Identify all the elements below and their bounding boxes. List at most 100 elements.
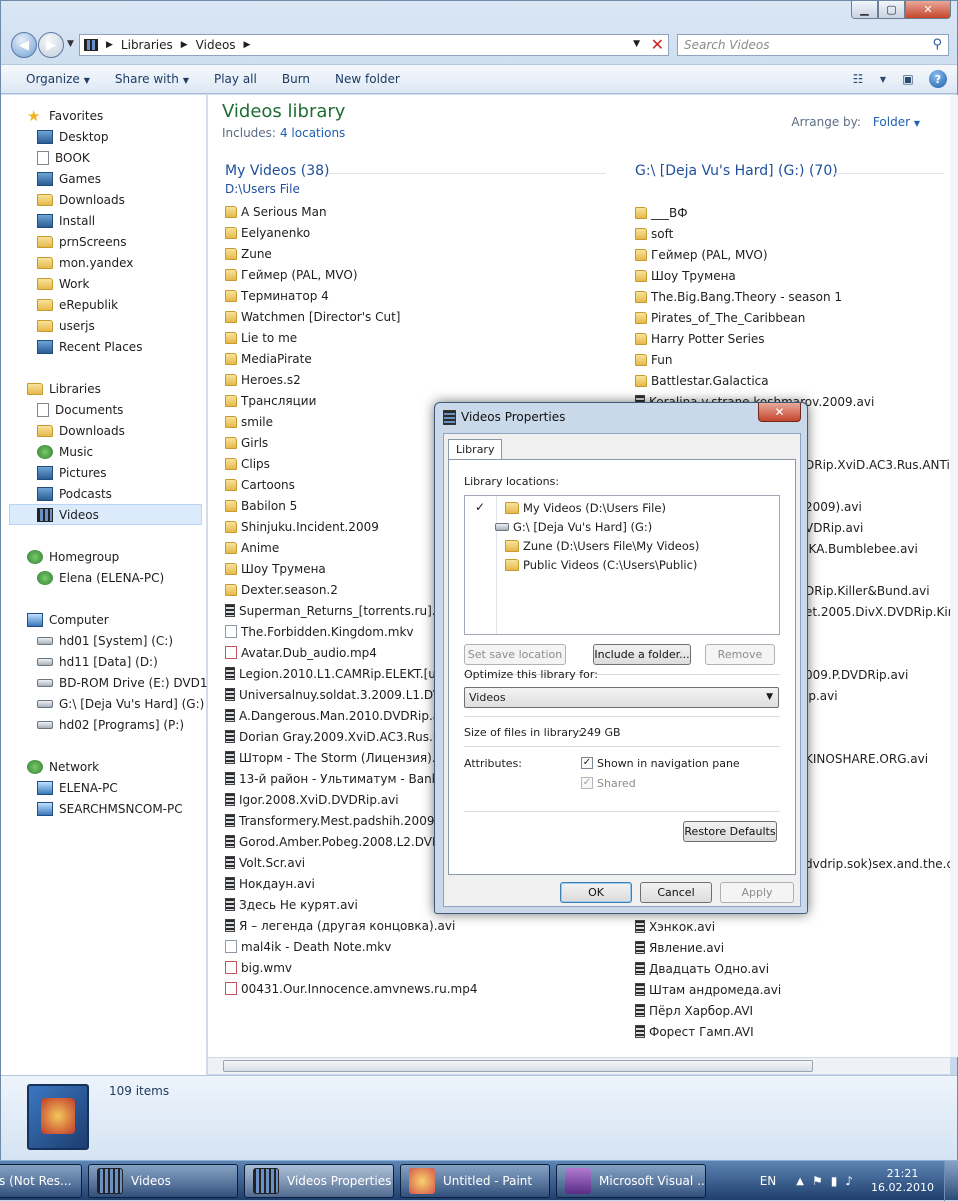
file-item[interactable]: Здесь Не курят.avi	[225, 894, 358, 915]
file-item[interactable]: smile	[225, 411, 273, 432]
file-item-partial[interactable]: 009.P.DVDRip.avi	[805, 664, 908, 685]
scrollbar-thumb[interactable]	[223, 1060, 813, 1072]
clock[interactable]: 21:21 16.02.2010	[871, 1167, 934, 1195]
sidebar-item-prnscreens[interactable]: prnScreens	[37, 231, 126, 252]
file-item[interactable]: Universalnuy.soldat.3.2009.L1.DVDSc	[225, 684, 465, 705]
sidebar-item-recent-places[interactable]: Recent Places	[37, 336, 142, 357]
sidebar-item-games[interactable]: Games	[37, 168, 101, 189]
taskbar-item-visual-studio[interactable]: Microsoft Visual ...	[556, 1164, 706, 1198]
file-item[interactable]: Superman_Returns_[torrents.ru].avi	[225, 600, 453, 621]
sidebar-item-documents[interactable]: Documents	[37, 399, 123, 420]
new-folder-button[interactable]: New folder	[335, 72, 400, 86]
column-header-my-videos[interactable]: My Videos (38)	[225, 163, 330, 179]
sidebar-item-elena-pc[interactable]: ELENA-PC	[37, 777, 118, 798]
nav-section-network[interactable]: Network	[27, 756, 99, 777]
file-item-partial[interactable]: VDRip.avi	[805, 517, 863, 538]
include-folder-button[interactable]: Include a folder...	[593, 644, 691, 665]
taskbar-item-paint[interactable]: Untitled - Paint	[400, 1164, 550, 1198]
sidebar-item-elena-elena-pc[interactable]: Elena (ELENA-PC)	[37, 567, 164, 588]
library-location-item[interactable]: Public Videos (C:\Users\Public)	[505, 555, 697, 574]
back-button[interactable]: ◀	[11, 32, 37, 58]
sidebar-item-work[interactable]: Work	[37, 273, 89, 294]
file-item[interactable]: Явление.avi	[635, 937, 724, 958]
file-item[interactable]: Dexter.season.2	[225, 579, 338, 600]
file-item[interactable]: The.Forbidden.Kingdom.mkv	[225, 621, 414, 642]
sidebar-item-downloads[interactable]: Downloads	[37, 189, 125, 210]
sidebar-item-userjs[interactable]: userjs	[37, 315, 95, 336]
file-item[interactable]: Штам андромеда.avi	[635, 979, 781, 1000]
address-dropdown[interactable]: ▼	[633, 39, 640, 49]
burn-button[interactable]: Burn	[282, 72, 310, 86]
taskbar-item-videos-properties[interactable]: Videos Properties	[244, 1164, 394, 1198]
file-item[interactable]: Форест Гамп.AVI	[635, 1021, 754, 1042]
language-indicator[interactable]: EN	[760, 1174, 777, 1188]
sidebar-item-bd-rom-drive-e-dvd1[interactable]: BD-ROM Drive (E:) DVD1	[37, 672, 207, 693]
views-dropdown-icon[interactable]: ▼	[879, 70, 887, 88]
file-item[interactable]: Igor.2008.XviD.DVDRip.avi	[225, 789, 399, 810]
file-item[interactable]: mal4ik - Death Note.mkv	[225, 936, 391, 957]
nav-section-favorites[interactable]: ★ Favorites	[27, 105, 103, 126]
sidebar-item-pictures[interactable]: Pictures	[37, 462, 107, 483]
sidebar-item-book[interactable]: BOOK	[37, 147, 90, 168]
stop-icon[interactable]: ✕	[651, 35, 664, 54]
column-subheader-path[interactable]: D:\Users File	[225, 182, 300, 196]
file-item[interactable]: A.Dangerous.Man.2010.DVDRip.avi	[225, 705, 451, 726]
library-location-item[interactable]: Zune (D:\Users File\My Videos)	[505, 536, 699, 555]
file-item-partial[interactable]: IKA.Bumblebee.avi	[805, 538, 918, 559]
file-item-partial[interactable]: DRip.Killer&Bund.avi	[805, 580, 930, 601]
file-item[interactable]: Eelyanenko	[225, 222, 310, 243]
file-item[interactable]: Zune	[225, 243, 272, 264]
file-item[interactable]: MediaPirate	[225, 348, 312, 369]
file-item[interactable]: 00431.Our.Innocence.amvnews.ru.mp4	[225, 978, 477, 999]
library-location-item[interactable]: My Videos (D:\Users File)	[505, 498, 666, 517]
search-input[interactable]: Search Videos ⚲	[677, 34, 949, 56]
apply-button[interactable]: Apply	[720, 882, 794, 903]
file-item[interactable]: Babilon 5	[225, 495, 297, 516]
set-save-location-button[interactable]: Set save location	[464, 644, 566, 665]
file-item[interactable]: soft	[635, 223, 673, 244]
file-item[interactable]: Cartoons	[225, 474, 295, 495]
help-icon[interactable]: ?	[929, 70, 947, 88]
file-item[interactable]: Двадцать Одно.avi	[635, 958, 769, 979]
preview-pane-icon[interactable]: ▣	[899, 70, 917, 88]
nav-section-homegroup[interactable]: Homegroup	[27, 546, 119, 567]
arrange-by-dropdown[interactable]: Folder ▼	[873, 115, 920, 129]
sidebar-item-mon-yandex[interactable]: mon.yandex	[37, 252, 133, 273]
file-item[interactable]: Нокдаун.avi	[225, 873, 315, 894]
nav-section-libraries[interactable]: Libraries	[27, 378, 101, 399]
sidebar-item-desktop[interactable]: Desktop	[37, 126, 109, 147]
close-button[interactable]: ✕	[905, 1, 951, 19]
library-location-item[interactable]: G:\ [Deja Vu's Hard] (G:)	[495, 517, 652, 536]
file-item-partial[interactable]: KINOSHARE.ORG.avi	[805, 748, 928, 769]
sidebar-item-downloads[interactable]: Downloads	[37, 420, 125, 441]
dialog-close-button[interactable]: ✕	[758, 403, 801, 422]
file-item-partial[interactable]: DRip.XviD.AC3.Rus.ANTipiC	[805, 454, 950, 475]
file-item[interactable]: Heroes.s2	[225, 369, 301, 390]
file-item[interactable]: Dorian Gray.2009.XviD.AC3.Rus.DVDR	[225, 726, 468, 747]
file-item[interactable]: Пёрл Харбор.AVI	[635, 1000, 753, 1021]
file-item[interactable]: Шоу Трумена	[225, 558, 326, 579]
breadcrumb-videos[interactable]: Videos	[196, 38, 236, 52]
file-item[interactable]: Fun	[635, 349, 672, 370]
file-item[interactable]: Я – легенда (другая концовка).avi	[225, 915, 455, 936]
file-item[interactable]: Хэнкок.avi	[635, 916, 715, 937]
file-item[interactable]: A Serious Man	[225, 201, 327, 222]
ok-button[interactable]: OK	[560, 882, 632, 903]
taskbar-item-hidden[interactable]: s (Not Res...	[0, 1164, 82, 1198]
chevron-right-icon[interactable]: ▶	[181, 40, 188, 50]
flag-icon[interactable]: ⚑	[812, 1174, 823, 1188]
file-item[interactable]: Шторм - The Storm (Лицензия).avi	[225, 747, 453, 768]
file-item[interactable]: Геймер (PAL, MVO)	[225, 264, 358, 285]
library-locations-list[interactable]: ✓ My Videos (D:\Users File) G:\ [Deja Vu's…	[464, 495, 780, 635]
search-icon[interactable]: ⚲	[932, 37, 942, 52]
share-with-menu[interactable]: Share with ▼	[115, 72, 189, 86]
show-desktop-button[interactable]	[944, 1161, 958, 1201]
file-item[interactable]: Girls	[225, 432, 268, 453]
file-item[interactable]: Lie to me	[225, 327, 297, 348]
file-item[interactable]: Harry Potter Series	[635, 328, 765, 349]
taskbar-item-videos[interactable]: Videos	[88, 1164, 238, 1198]
file-item[interactable]: Legion.2010.L1.CAMRip.ELEKT.[union	[225, 663, 462, 684]
file-item[interactable]: Shinjuku.Incident.2009	[225, 516, 379, 537]
nav-section-computer[interactable]: Computer	[27, 609, 109, 630]
file-item[interactable]: Шоу Трумена	[635, 265, 736, 286]
